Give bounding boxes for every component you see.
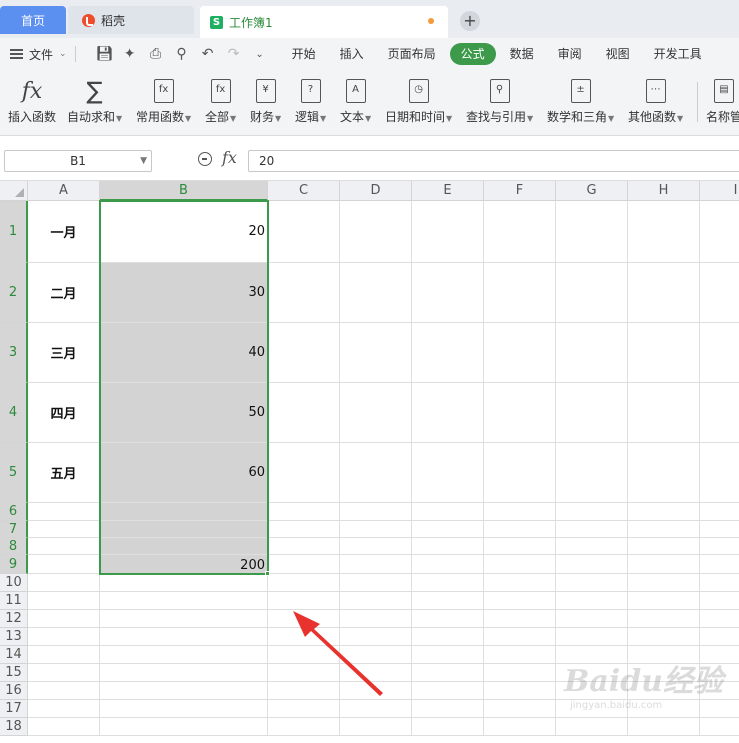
watermark-brand: Baidu经验 (564, 664, 723, 699)
red-arrow-annotation (293, 611, 383, 696)
baidu-watermark: Baidu经验 jingyan.baidu.com (564, 656, 734, 726)
arrow-shape (293, 611, 383, 696)
watermark-url: jingyan.baidu.com (570, 700, 663, 711)
